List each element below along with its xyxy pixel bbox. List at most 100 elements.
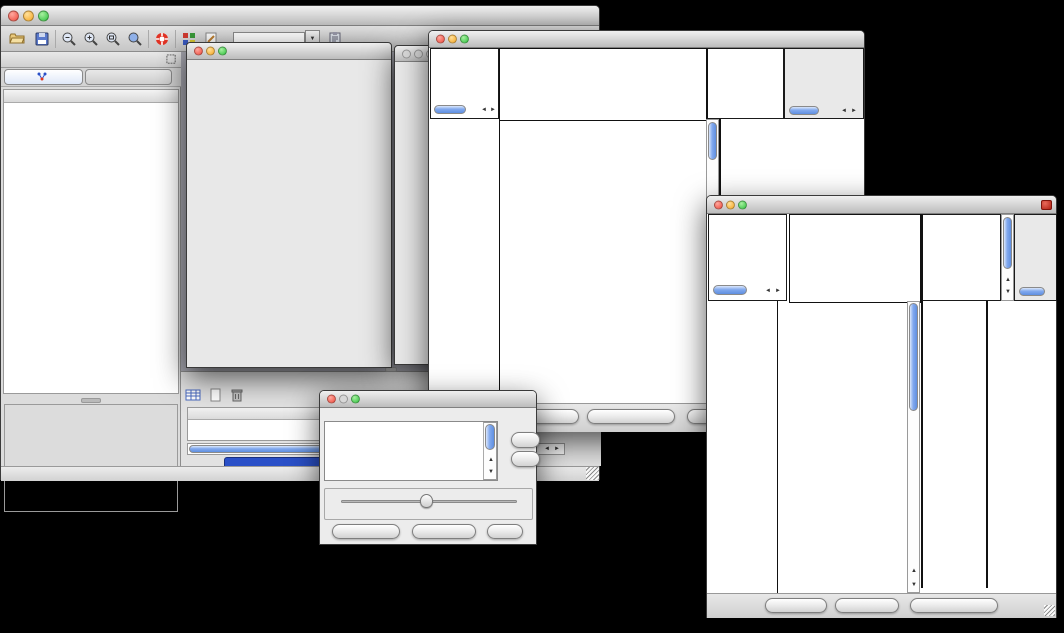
- tab-network[interactable]: [4, 69, 83, 85]
- speed-slider-thumb[interactable]: [420, 494, 433, 508]
- scroll-down-icon[interactable]: ▼: [488, 469, 494, 475]
- main-titlebar[interactable]: [1, 6, 599, 26]
- zoom-window-icon: [460, 35, 469, 44]
- scroll-up-icon[interactable]: ▲: [911, 568, 917, 574]
- network-overview-panel[interactable]: [4, 404, 178, 512]
- tv1-export-graphics-button[interactable]: [587, 409, 675, 424]
- select-attributes-icon[interactable]: [185, 387, 201, 403]
- tv2-row-dendrogram[interactable]: [708, 301, 776, 593]
- delete-attribute-icon[interactable]: [229, 387, 245, 403]
- zoom-window-icon: [38, 10, 49, 21]
- tv2-button-bar: [707, 593, 1056, 618]
- resize-grip[interactable]: [586, 467, 599, 480]
- dialog-titlebar[interactable]: [320, 391, 536, 408]
- control-panel: [1, 52, 181, 466]
- scroll-right-icon[interactable]: ►: [775, 288, 781, 294]
- tv2-labels-vscrollbar[interactable]: ▲ ▼: [1001, 214, 1014, 301]
- tv1-column-dendrogram[interactable]: [499, 48, 707, 121]
- desktop: { "main_window": { "title": "Cytoscape D…: [0, 0, 1064, 633]
- zoom-window-icon: [738, 200, 747, 209]
- zoom-window-icon: [351, 395, 360, 404]
- move-down-button[interactable]: [511, 451, 540, 467]
- panel-splitter[interactable]: [1, 396, 181, 404]
- zoom-fit-icon[interactable]: [105, 31, 121, 47]
- zoom-in-icon[interactable]: [83, 31, 99, 47]
- new-attribute-icon[interactable]: [207, 387, 223, 403]
- tv2-gene-labels: [986, 301, 1024, 588]
- window-controls[interactable]: [714, 200, 747, 209]
- close-icon: [194, 47, 203, 56]
- treeview2-titlebar[interactable]: [707, 196, 1056, 214]
- float-panel-icon[interactable]: [166, 54, 177, 65]
- minimize-icon: [448, 35, 457, 44]
- tv1-column-labels: [708, 49, 786, 118]
- attribute-list: [324, 421, 498, 481]
- tv2-vscroll-thumb[interactable]: [909, 303, 918, 411]
- tv2-column-dendrogram[interactable]: [789, 214, 921, 303]
- scroll-down-icon[interactable]: ▼: [911, 582, 917, 588]
- minimize-icon: [414, 49, 423, 58]
- treeview2-window: ◄ ► ▲ ▼ ▲ ▼: [706, 195, 1057, 618]
- tv2-zoom-heatmap[interactable]: [921, 301, 987, 588]
- netview1-titlebar[interactable]: [187, 43, 391, 60]
- window-controls[interactable]: [8, 10, 49, 21]
- move-up-button[interactable]: [511, 432, 540, 448]
- window-app-icon: [1041, 200, 1052, 210]
- window-controls[interactable]: [194, 47, 227, 56]
- tv2-usage-hints-panel: [1014, 214, 1057, 301]
- tv1-hints-scroll-thumb[interactable]: [789, 106, 819, 115]
- scroll-down-icon[interactable]: ▼: [1005, 289, 1011, 295]
- scroll-left-icon[interactable]: ◄: [481, 107, 487, 113]
- tv1-row-dendrogram[interactable]: [429, 119, 499, 403]
- tv2-hints-scroll-thumb[interactable]: [1019, 287, 1045, 296]
- tv1-vscroll-thumb[interactable]: [708, 122, 717, 160]
- tab-vizmapper[interactable]: [85, 69, 172, 85]
- map-colors-dialog: ▲ ▼: [319, 390, 537, 545]
- save-icon[interactable]: [34, 31, 50, 47]
- tv2-save-data-button[interactable]: [835, 598, 899, 613]
- close-icon: [714, 200, 723, 209]
- resize-grip[interactable]: [1044, 605, 1055, 616]
- create-vizmap-button[interactable]: [412, 524, 476, 539]
- tv2-vscrollbar[interactable]: ▲ ▼: [907, 301, 920, 593]
- tv2-settings-button[interactable]: [765, 598, 827, 613]
- tv1-status-scroll-thumb[interactable]: [434, 105, 466, 114]
- scroll-left-icon[interactable]: ◄: [841, 108, 847, 114]
- open-folder-icon[interactable]: [9, 31, 25, 47]
- list-vscroll-thumb[interactable]: [485, 424, 495, 450]
- zoom-window-icon: [218, 47, 227, 56]
- network-table-header: [4, 90, 178, 103]
- zoom-out-icon[interactable]: [61, 31, 77, 47]
- labels-vscroll-thumb[interactable]: [1003, 217, 1012, 269]
- scroll-left-icon[interactable]: ◄: [544, 446, 550, 452]
- window-controls[interactable]: [436, 35, 469, 44]
- minimize-icon: [23, 10, 34, 21]
- toolbar-separator: [175, 30, 176, 48]
- toolbar-separator: [55, 30, 56, 48]
- toolbar-separator: [148, 30, 149, 48]
- help-lifebuoy-icon[interactable]: [154, 31, 170, 47]
- tv1-heatmap[interactable]: [499, 119, 706, 403]
- scroll-left-icon[interactable]: ◄: [765, 288, 771, 294]
- control-panel-tabs: [1, 68, 181, 87]
- close-icon: [327, 395, 336, 404]
- tv1-similarity-matrix[interactable]: [723, 119, 780, 169]
- scroll-up-icon[interactable]: ▲: [488, 457, 494, 463]
- scroll-right-icon[interactable]: ►: [851, 108, 857, 114]
- tv2-export-graphics-button[interactable]: [910, 598, 998, 613]
- tv2-status-scroll-thumb[interactable]: [713, 285, 747, 295]
- network-view-window-1: [186, 42, 392, 368]
- treeview1-titlebar[interactable]: [429, 31, 864, 48]
- tv1-column-labels-panel: [706, 48, 784, 119]
- window-controls[interactable]: [327, 395, 360, 404]
- close-icon: [402, 49, 411, 58]
- done-button[interactable]: [487, 524, 523, 539]
- animate-vizmap-button[interactable]: [332, 524, 400, 539]
- zoom-selected-icon[interactable]: [127, 31, 143, 47]
- scroll-right-icon[interactable]: ►: [490, 107, 496, 113]
- network-canvas-1[interactable]: [188, 60, 390, 367]
- attribute-list-scrollbar[interactable]: ▲ ▼: [483, 422, 497, 480]
- tv2-heatmap[interactable]: [777, 301, 907, 593]
- scroll-up-icon[interactable]: ▲: [1005, 277, 1011, 283]
- scroll-right-icon[interactable]: ►: [554, 446, 560, 452]
